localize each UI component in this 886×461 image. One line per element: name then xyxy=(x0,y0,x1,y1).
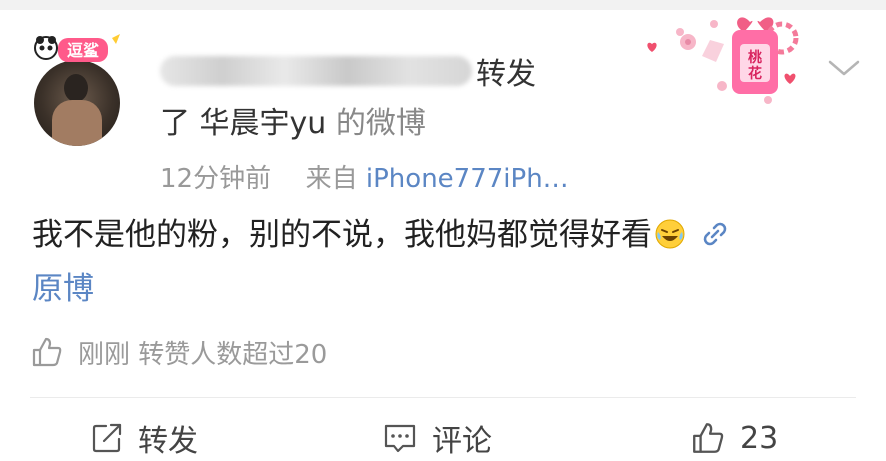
like-activity-note: 刚刚 转赞人数超过20 xyxy=(30,332,327,372)
comment-button[interactable]: 评论 xyxy=(382,416,492,460)
avatar-pendant-panda-icon: 逗鲨 xyxy=(34,34,120,62)
repost-word: 转发 xyxy=(476,57,536,92)
repost-suffix: 的微博 xyxy=(335,106,426,141)
comment-label: 评论 xyxy=(432,424,492,459)
post-source-link[interactable]: iPhone777iPh… xyxy=(366,164,569,194)
original-author-link[interactable]: 华晨宇yu xyxy=(200,106,327,141)
source-prefix: 来自 xyxy=(305,164,358,194)
thumbs-up-icon xyxy=(693,423,724,453)
reposter-name-blurred[interactable] xyxy=(160,56,472,86)
peach-blossom-charm-icon: 桃 花 桃花 xyxy=(640,10,799,104)
divider xyxy=(30,397,856,398)
comment-icon xyxy=(384,424,416,453)
avatar[interactable] xyxy=(34,60,120,146)
post-time: 12分钟前 xyxy=(160,164,272,194)
repost-button[interactable]: 转发 xyxy=(90,416,198,460)
chevron-down-icon[interactable] xyxy=(826,56,862,80)
thumbs-up-outline-icon xyxy=(32,337,62,367)
action-bar: 转发 评论 23 xyxy=(0,416,886,460)
avatar-container[interactable]: 逗鲨 xyxy=(32,32,130,146)
post-meta: 12分钟前 来自 iPhone777iPh… xyxy=(160,158,569,195)
repost-source-line: 了 华晨宇yu 的微博 xyxy=(160,98,426,142)
svg-text:逗鲨: 逗鲨 xyxy=(67,41,99,60)
like-count: 23 xyxy=(740,420,779,456)
post-text: 我不是他的粉，别的不说，我他妈都觉得好看 xyxy=(32,217,652,253)
like-button[interactable]: 23 xyxy=(690,416,778,460)
link-icon[interactable] xyxy=(700,219,730,249)
repost-icon xyxy=(92,423,122,453)
laughing-tears-emoji-icon xyxy=(655,219,685,249)
svg-text:桃: 桃 xyxy=(748,49,762,66)
svg-text:花: 花 xyxy=(748,65,762,82)
top-separator xyxy=(0,0,886,10)
repost-label: 转发 xyxy=(138,424,198,459)
original-post-link[interactable]: 原博 xyxy=(32,268,94,310)
repost-prefix: 了 xyxy=(160,106,190,141)
post-content: 我不是他的粉，别的不说，我他妈都觉得好看 xyxy=(32,214,730,256)
like-note-text: 刚刚 转赞人数超过20 xyxy=(78,339,328,370)
svg-text:桃花: 桃花 xyxy=(640,10,642,11)
repost-header: 转发 xyxy=(160,50,536,92)
